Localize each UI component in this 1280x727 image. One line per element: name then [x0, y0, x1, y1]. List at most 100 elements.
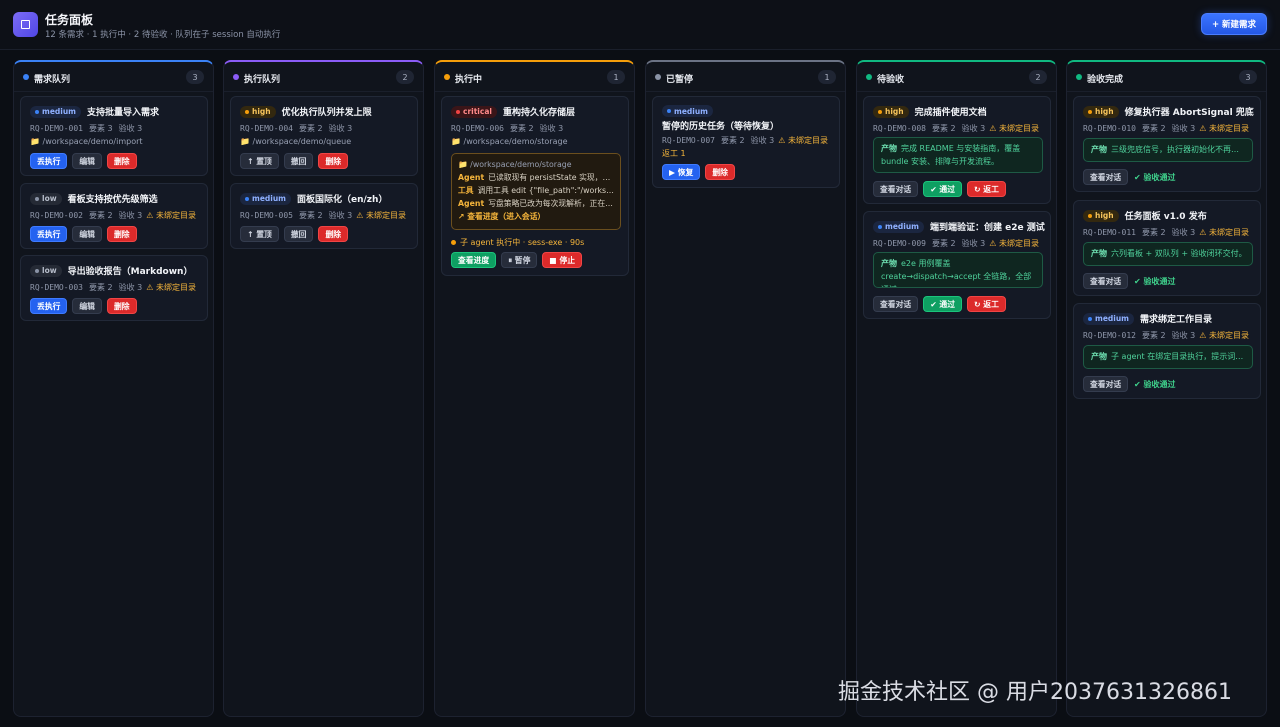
view-progress-button[interactable]: 查看进度: [451, 252, 497, 268]
column-status-dot: [866, 74, 872, 80]
delete-button[interactable]: 删除: [106, 298, 137, 314]
pin-top-button[interactable]: ↑ 置顶: [240, 153, 279, 169]
unbound-dir-warning: ⚠ 未绑定目录: [146, 211, 196, 220]
withdraw-button[interactable]: 撤回: [283, 153, 314, 169]
card-title: 完成插件使用文档: [914, 108, 987, 118]
delete-button[interactable]: 删除: [106, 153, 137, 169]
column-count-badge: 1: [607, 70, 625, 84]
column-count-badge: 2: [1029, 70, 1047, 84]
log-line: Agent已读取现有 persistState 实现，正在分析…: [458, 173, 614, 182]
delete-button[interactable]: 删除: [705, 164, 735, 180]
new-requirement-button[interactable]: + 新建需求: [1201, 13, 1267, 35]
approve-button[interactable]: ✔ 通过: [923, 181, 963, 197]
card-meta: RQ-DEMO-012 要素 2 验收 3 ⚠ 未绑定目录: [1083, 331, 1249, 340]
column-title: 执行中: [455, 75, 483, 85]
requirement-card[interactable]: high 完成插件使用文档 RQ-DEMO-008 要素 2 验收 3 ⚠ 未绑定目录…: [863, 96, 1051, 204]
card-title: 修复执行器 AbortSignal 兜底: [1124, 108, 1254, 118]
rework-button[interactable]: ↻ 返工: [967, 296, 1006, 312]
requirement-card[interactable]: medium 需求绑定工作目录 RQ-DEMO-012 要素 2 验收 3 ⚠ 未绑定…: [1073, 303, 1261, 399]
dispatch-button[interactable]: 丢执行: [30, 298, 68, 314]
column-header: 已暂停 1: [646, 62, 845, 92]
pause-button[interactable]: ⏸ 暂停: [501, 252, 538, 268]
view-conversation-button[interactable]: 查看对话: [1083, 169, 1129, 185]
column-paused: 已暂停 1 medium 暂停的历史任务（等待恢复） RQ-DEMO-007 要素…: [645, 60, 846, 717]
edit-button[interactable]: 编辑: [72, 153, 102, 169]
watermark-text: 掘金技术社区 @ 用户2037631326861: [838, 680, 1232, 705]
requirement-card[interactable]: high 修复执行器 AbortSignal 兜底 RQ-DEMO-010 要素 …: [1073, 96, 1261, 192]
requirement-card[interactable]: critical 重构持久化存储层 RQ-DEMO-006 要素 2 验收 3 📁 …: [441, 96, 629, 276]
column-count-badge: 2: [396, 70, 414, 84]
column-status-dot: [1076, 74, 1082, 80]
accepted-status: ✔ 验收通过: [1134, 173, 1176, 182]
artifact-summary: 产物 六列看板 + 双队列 + 验收闭环交付。: [1083, 242, 1253, 266]
edit-button[interactable]: 编辑: [72, 226, 102, 242]
board-logo-icon: [13, 12, 38, 37]
rework-button[interactable]: ↻ 返工: [967, 181, 1006, 197]
unbound-dir-warning: ⚠ 未绑定目录: [989, 124, 1039, 133]
view-conversation-button[interactable]: 查看对话: [873, 181, 919, 197]
unbound-dir-warning: ⚠ 未绑定目录: [989, 239, 1039, 248]
view-conversation-button[interactable]: 查看对话: [873, 296, 919, 312]
card-title: 面板国际化（en/zh）: [297, 195, 388, 205]
requirement-card[interactable]: low 导出验收报告（Markdown） RQ-DEMO-003 要素 2 验收 3…: [20, 255, 208, 321]
dispatch-button[interactable]: 丢执行: [30, 226, 68, 242]
requirement-card[interactable]: medium 支持批量导入需求 RQ-DEMO-001 要素 3 验收 3 📁 /w…: [20, 96, 208, 176]
workdir-path: 📁 /workspace/demo/queue: [240, 137, 352, 146]
priority-badge: high: [240, 105, 276, 118]
delete-button[interactable]: 删除: [318, 226, 349, 242]
unbound-dir-warning: ⚠ 未绑定目录: [1199, 228, 1249, 237]
dispatch-button[interactable]: 丢执行: [30, 153, 68, 169]
card-meta: RQ-DEMO-005 要素 2 验收 3 ⚠ 未绑定目录: [240, 211, 406, 220]
requirement-card[interactable]: medium 面板国际化（en/zh） RQ-DEMO-005 要素 2 验收 3 ⚠…: [230, 183, 418, 249]
artifact-summary: 产物 完成 README 与安装指南，覆盖 bundle 安装、排障与开发流程。: [873, 137, 1043, 173]
priority-badge: low: [30, 192, 62, 205]
column-title: 验收完成: [1087, 75, 1124, 85]
approve-button[interactable]: ✔ 通过: [923, 296, 963, 312]
card-title: 支持批量导入需求: [87, 108, 160, 118]
accepted-status: ✔ 验收通过: [1134, 277, 1176, 286]
delete-button[interactable]: 删除: [318, 153, 349, 169]
requirement-card[interactable]: medium 暂停的历史任务（等待恢复） RQ-DEMO-007 要素 2 验收 3…: [652, 96, 840, 188]
column-header: 待验收 2: [857, 62, 1056, 92]
log-line: Agent写盘策略已改为每次现解析，正在验证…: [458, 199, 614, 208]
priority-badge: medium: [1083, 312, 1134, 325]
view-progress-link[interactable]: ↗ 查看进度（进入会话）: [458, 210, 614, 223]
unbound-dir-warning: ⚠ 未绑定目录: [1199, 331, 1249, 340]
card-title: 优化执行队列并发上限: [281, 108, 372, 118]
requirement-card[interactable]: low 看板支持按优先级筛选 RQ-DEMO-002 要素 2 验收 3 ⚠ 未绑定目…: [20, 183, 208, 249]
requirement-card[interactable]: high 优化执行队列并发上限 RQ-DEMO-004 要素 2 验收 3 📁 /w…: [230, 96, 418, 176]
column-header: 执行队列 2: [224, 62, 423, 92]
priority-badge: high: [1083, 209, 1119, 222]
edit-button[interactable]: 编辑: [72, 298, 102, 314]
card-title: 任务面板 v1.0 发布: [1124, 212, 1207, 222]
priority-badge: high: [873, 105, 909, 118]
view-conversation-button[interactable]: 查看对话: [1083, 376, 1129, 392]
delete-button[interactable]: 删除: [106, 226, 137, 242]
workdir-path: 📁 /workspace/demo/storage: [451, 137, 568, 146]
requirement-card[interactable]: medium 端到端验证：创建 e2e 测试 RQ-DEMO-009 要素 2 验收…: [863, 211, 1051, 319]
column-header: 验收完成 3: [1067, 62, 1266, 92]
card-meta: RQ-DEMO-011 要素 2 验收 3 ⚠ 未绑定目录: [1083, 228, 1249, 237]
requirement-card[interactable]: high 任务面板 v1.0 发布 RQ-DEMO-011 要素 2 验收 3 ⚠ 未…: [1073, 200, 1261, 296]
priority-badge: medium: [873, 220, 924, 233]
card-meta: RQ-DEMO-008 要素 2 验收 3 ⚠ 未绑定目录: [873, 124, 1039, 133]
resume-button[interactable]: ▶ 恢复: [662, 164, 701, 180]
artifact-summary: 产物 e2e 用例覆盖 create→dispatch→accept 全链路，全部…: [873, 252, 1043, 288]
pin-top-button[interactable]: ↑ 置顶: [240, 226, 279, 242]
accepted-status: ✔ 验收通过: [1134, 380, 1176, 389]
priority-badge: medium: [662, 105, 713, 117]
card-meta: RQ-DEMO-004 要素 2 验收 3: [240, 124, 353, 133]
stop-button[interactable]: ■ 停止: [542, 252, 583, 268]
running-dot: [451, 240, 456, 245]
priority-badge: medium: [30, 105, 81, 118]
card-title: 需求绑定工作目录: [1140, 315, 1213, 325]
app-header: 任务面板 12 条需求 · 1 执行中 · 2 待验收 · 队列在子 sessi…: [0, 0, 1280, 50]
withdraw-button[interactable]: 撤回: [283, 226, 314, 242]
view-conversation-button[interactable]: 查看对话: [1083, 273, 1129, 289]
column-title: 待验收: [877, 75, 905, 85]
unbound-dir-warning: ⚠ 未绑定目录: [146, 283, 196, 292]
card-meta: RQ-DEMO-006 要素 2 验收 3: [451, 124, 564, 133]
column-running: 执行中 1 critical 重构持久化存储层 RQ-DEMO-006 要素 2验…: [434, 60, 635, 717]
card-title: 导出验收报告（Markdown）: [67, 267, 193, 277]
card-meta: RQ-DEMO-007 要素 2 验收 3 ⚠ 未绑定目录: [662, 136, 828, 145]
